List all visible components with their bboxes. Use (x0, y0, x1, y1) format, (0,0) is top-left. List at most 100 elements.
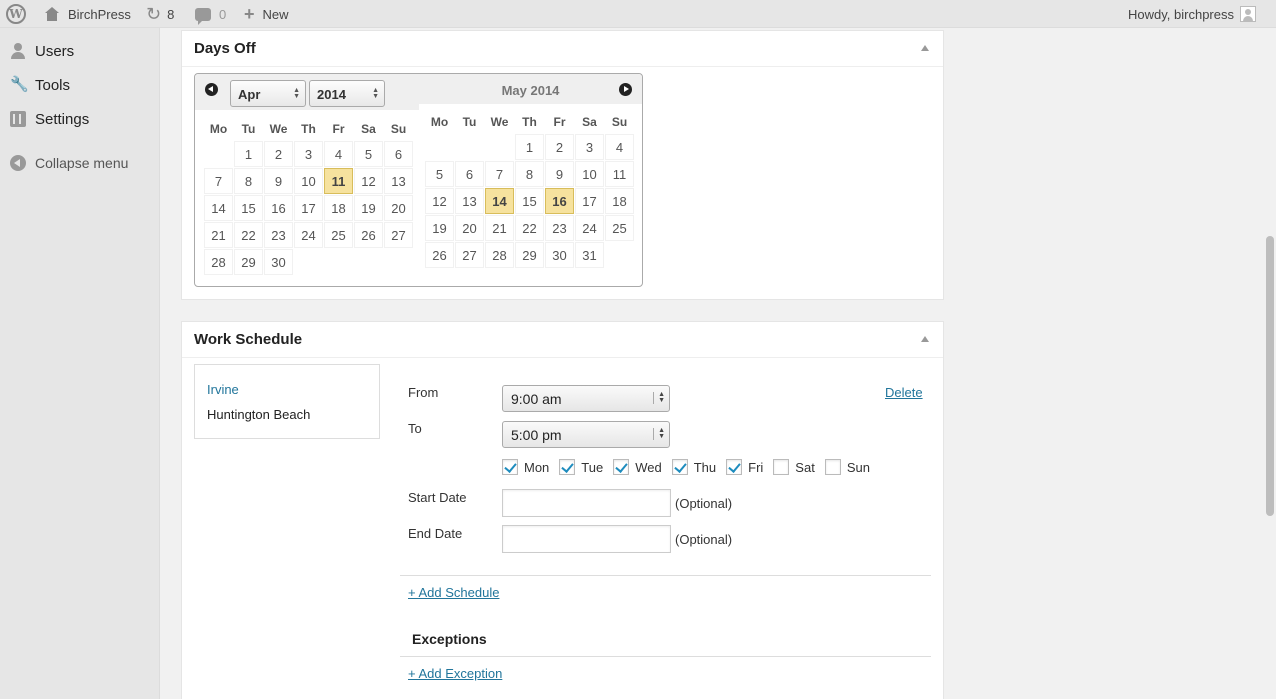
calendar-day[interactable]: 15 (515, 188, 544, 214)
to-select[interactable]: 5:00 pm ▲ ▼ (502, 421, 670, 448)
calendar-day[interactable]: 14 (204, 195, 233, 221)
calendar-day[interactable]: 21 (204, 222, 233, 248)
calendar-day[interactable]: 4 (605, 134, 634, 160)
add-exception-link[interactable]: + Add Exception (408, 666, 502, 681)
checkbox[interactable] (824, 459, 841, 475)
calendar-day[interactable]: 28 (485, 242, 514, 268)
location-link[interactable]: Irvine (207, 382, 239, 397)
calendar-day[interactable]: 24 (575, 215, 604, 241)
weekday-option-tue[interactable]: Tue (559, 459, 603, 475)
calendar-day[interactable]: 24 (294, 222, 323, 248)
calendar-day[interactable]: 25 (324, 222, 353, 248)
calendar-day[interactable]: 26 (425, 242, 454, 268)
account-menu[interactable]: Howdy, birchpress (1128, 0, 1256, 28)
calendar-day[interactable]: 22 (234, 222, 263, 248)
from-select[interactable]: 9:00 am ▲ ▼ (502, 385, 670, 412)
calendar-day[interactable]: 11 (605, 161, 634, 187)
days-off-header[interactable]: Days Off (182, 31, 943, 67)
calendar-day[interactable]: 17 (575, 188, 604, 214)
month-select[interactable]: Apr ▲ ▼ (230, 80, 306, 107)
calendar-day[interactable]: 2 (264, 141, 293, 167)
calendar-day[interactable]: 21 (485, 215, 514, 241)
calendar-day[interactable]: 3 (294, 141, 323, 167)
calendar-day[interactable]: 5 (354, 141, 383, 167)
calendar-day[interactable]: 10 (575, 161, 604, 187)
calendar-day[interactable]: 27 (384, 222, 413, 248)
calendar-day[interactable]: 7 (485, 161, 514, 187)
calendar-day[interactable]: 3 (575, 134, 604, 160)
calendar-day[interactable]: 26 (354, 222, 383, 248)
weekday-option-sun[interactable]: Sun (824, 459, 870, 475)
comments-link[interactable]: 0 (195, 0, 226, 28)
site-name-link[interactable]: BirchPress (44, 0, 131, 28)
weekday-option-wed[interactable]: Wed (613, 459, 662, 475)
calendar-day[interactable]: 30 (264, 249, 293, 275)
calendar-day[interactable]: 6 (455, 161, 484, 187)
calendar-day[interactable]: 8 (234, 168, 263, 194)
work-schedule-header[interactable]: Work Schedule (182, 322, 943, 358)
weekday-option-mon[interactable]: Mon (502, 459, 549, 475)
menu-item-tools[interactable]: 🔧 Tools (0, 70, 160, 100)
checkbox[interactable] (613, 459, 630, 475)
year-select[interactable]: 2014 ▲ ▼ (309, 80, 385, 107)
weekday-option-thu[interactable]: Thu (671, 459, 716, 475)
calendar-day[interactable]: 16 (545, 188, 574, 214)
calendar-day[interactable]: 23 (545, 215, 574, 241)
calendar-day[interactable]: 13 (455, 188, 484, 214)
calendar-day[interactable]: 17 (294, 195, 323, 221)
calendar-day[interactable]: 10 (294, 168, 323, 194)
checkbox[interactable] (773, 459, 790, 475)
calendar-day[interactable]: 25 (605, 215, 634, 241)
end-date-input[interactable] (502, 525, 671, 553)
calendar-day[interactable]: 7 (204, 168, 233, 194)
collapse-menu-button[interactable]: Collapse menu (0, 148, 160, 178)
add-schedule-link[interactable]: + Add Schedule (408, 585, 499, 600)
calendar-day[interactable]: 9 (545, 161, 574, 187)
checkbox[interactable] (559, 459, 576, 475)
calendar-day[interactable]: 2 (545, 134, 574, 160)
calendar-day[interactable]: 22 (515, 215, 544, 241)
calendar-day[interactable]: 8 (515, 161, 544, 187)
prev-month-icon[interactable] (205, 83, 218, 96)
weekday-option-fri[interactable]: Fri (726, 459, 763, 475)
checkbox[interactable] (502, 459, 518, 475)
location-item-selected[interactable]: Huntington Beach (207, 407, 310, 422)
calendar-day[interactable]: 14 (485, 188, 514, 214)
calendar-day[interactable]: 20 (384, 195, 413, 221)
calendar-day[interactable]: 19 (425, 215, 454, 241)
calendar-day[interactable]: 5 (425, 161, 454, 187)
calendar-day[interactable]: 19 (354, 195, 383, 221)
toggle-arrow-icon[interactable] (921, 45, 929, 51)
calendar-day[interactable]: 29 (515, 242, 544, 268)
calendar-day[interactable]: 1 (515, 134, 544, 160)
calendar-day[interactable]: 1 (234, 141, 263, 167)
delete-link[interactable]: Delete (885, 385, 923, 400)
scrollbar[interactable] (1266, 236, 1274, 516)
calendar-day[interactable]: 11 (324, 168, 353, 194)
calendar-day[interactable]: 28 (204, 249, 233, 275)
calendar-day[interactable]: 12 (354, 168, 383, 194)
wordpress-logo[interactable]: W (6, 0, 28, 28)
calendar-day[interactable]: 27 (455, 242, 484, 268)
calendar-day[interactable]: 9 (264, 168, 293, 194)
toggle-arrow-icon[interactable] (921, 336, 929, 342)
calendar-day[interactable]: 13 (384, 168, 413, 194)
calendar-day[interactable]: 31 (575, 242, 604, 268)
calendar-day[interactable]: 12 (425, 188, 454, 214)
calendar-day[interactable]: 23 (264, 222, 293, 248)
calendar-day[interactable]: 16 (264, 195, 293, 221)
checkbox[interactable] (671, 459, 688, 475)
calendar-day[interactable]: 30 (545, 242, 574, 268)
weekday-option-sat[interactable]: Sat (773, 459, 815, 475)
updates-link[interactable]: ↻ 8 (146, 0, 174, 28)
checkbox[interactable] (726, 459, 743, 475)
menu-item-settings[interactable]: Settings (0, 104, 160, 134)
calendar-day[interactable]: 18 (605, 188, 634, 214)
calendar-day[interactable]: 20 (455, 215, 484, 241)
new-content-link[interactable]: + New (244, 0, 289, 28)
calendar-day[interactable]: 15 (234, 195, 263, 221)
menu-item-users[interactable]: Users (0, 36, 160, 66)
calendar-day[interactable]: 4 (324, 141, 353, 167)
calendar-day[interactable]: 18 (324, 195, 353, 221)
start-date-input[interactable] (502, 489, 671, 517)
